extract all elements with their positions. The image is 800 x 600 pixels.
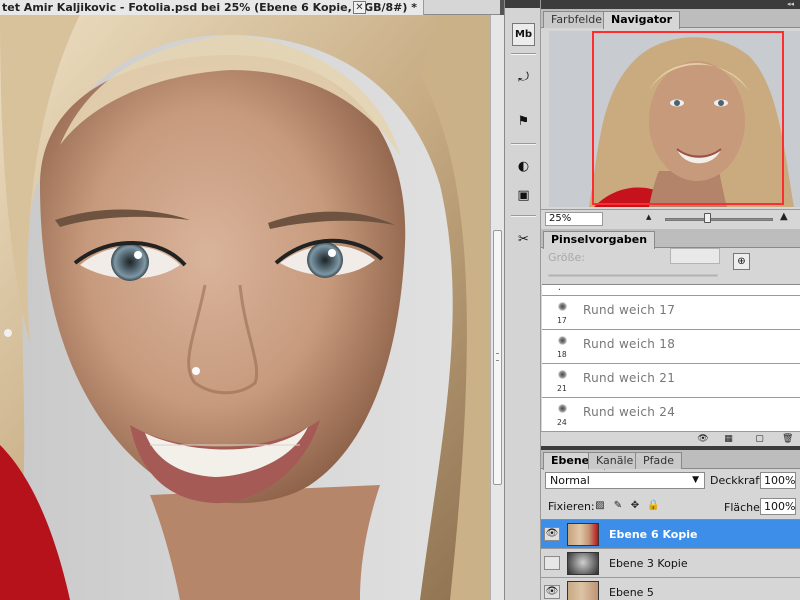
layer-row[interactable]: 👁 Ebene 6 Kopie [541, 520, 800, 549]
brush-preset-item[interactable]: 18 Rund weich 18 [542, 330, 800, 364]
layers-tabbar: Ebenen Kanäle Pfade [541, 450, 800, 470]
brush-panel-footer: 👁 ▦ ▢ 🗑 [541, 431, 800, 446]
layer-thumbnail [567, 581, 599, 600]
vertical-scrollbar[interactable] [490, 15, 504, 600]
mini-bridge-icon[interactable]: Mb [512, 23, 535, 46]
eye-icon[interactable]: 👁 [544, 556, 560, 570]
close-icon[interactable]: ✕ [353, 1, 366, 14]
brush-preset-name: Rund weich 17 [583, 303, 676, 317]
opacity-label: Deckkraft: [710, 474, 767, 487]
trash-icon[interactable]: 🗑 [782, 434, 793, 444]
brush-preset-list[interactable]: · 17 Rund weich 17 18 Rund weich 18 21 R… [542, 284, 800, 431]
lock-label: Fixieren: [548, 500, 595, 513]
document-tab[interactable]: tet Amir Kaljikovic - Fotolia.psd bei 25… [0, 0, 500, 15]
brush-preset-name: Rund weich 24 [583, 405, 676, 419]
portrait-photo [0, 15, 490, 600]
adjustments-icon[interactable]: ◐ [512, 155, 535, 178]
layer-name: Ebene 5 [609, 586, 654, 599]
panel-icon-strip: Mb ⤾ ⚑ ◐ ▣ ✂ [504, 0, 541, 600]
lock-pixels-icon[interactable]: ✎ [612, 500, 624, 512]
brush-grid-icon[interactable]: ▦ [723, 434, 734, 444]
brush-size-number: 21 [557, 384, 567, 393]
layer-row[interactable]: 👁 Ebene 5 [541, 578, 800, 600]
tab-navigator[interactable]: Navigator [603, 11, 681, 29]
eye-icon[interactable]: 👁 [544, 585, 560, 599]
brush-size-number: 17 [557, 316, 567, 325]
brush-preset-name: Rund weich 18 [583, 337, 676, 351]
brush-size-label: Größe: [548, 251, 585, 264]
brush-preset-item[interactable]: 24 Rund weich 24 [542, 398, 800, 431]
zoom-in-icon[interactable]: ▲ [780, 211, 788, 222]
scrollbar-thumb[interactable] [493, 230, 502, 485]
history-icon[interactable]: ⤾ [512, 66, 535, 89]
image-canvas[interactable] [0, 15, 490, 600]
brush-tip-icon [558, 302, 567, 311]
brush-preset-item[interactable]: 17 Rund weich 17 [542, 296, 800, 330]
layer-name: Ebene 6 Kopie [609, 528, 698, 541]
blend-mode-value: Normal [550, 474, 590, 487]
tools-icon[interactable]: ✂ [512, 228, 535, 251]
brush-tip-icon [558, 370, 567, 379]
lock-position-icon[interactable]: ✥ [629, 500, 641, 512]
brush-size-number: 18 [557, 350, 567, 359]
navigator-tabbar: Farbfelder Navigator [541, 9, 800, 29]
layer-row[interactable]: 👁 Ebene 3 Kopie [541, 549, 800, 578]
fill-label: Fläche: [724, 501, 764, 514]
brush-size-field[interactable] [670, 248, 720, 264]
actions-icon[interactable]: ⚑ [512, 110, 535, 133]
new-brush-icon[interactable]: ⊕ [733, 253, 750, 270]
layer-thumbnail [567, 552, 599, 575]
lock-all-icon[interactable]: 🔒 [647, 500, 659, 512]
list-item[interactable]: · [542, 285, 800, 296]
brush-size-slider[interactable] [548, 274, 718, 277]
brush-tip-icon [558, 404, 567, 413]
toggle-brush-panel-icon[interactable]: 👁 [693, 434, 713, 444]
layer-list[interactable]: 👁 Ebene 6 Kopie 👁 Ebene 3 Kopie 👁 Ebene … [541, 519, 800, 600]
blend-mode-select[interactable]: Normal ▼ [545, 472, 705, 489]
tab-pinselvorgaben[interactable]: Pinselvorgaben [543, 231, 656, 249]
panel-collapse-bar[interactable]: ◂◂ [541, 0, 800, 9]
zoom-slider-handle[interactable] [704, 213, 711, 223]
collapse-icon[interactable]: ◂◂ [787, 0, 794, 8]
opacity-field[interactable]: 100% [760, 472, 796, 489]
brush-preset-name: Rund weich 21 [583, 371, 676, 385]
new-preset-icon[interactable]: ▢ [754, 434, 765, 444]
brush-presets-tabbar: Pinselvorgaben [541, 229, 800, 249]
tab-kanaele[interactable]: Kanäle [588, 452, 642, 469]
tab-pfade[interactable]: Pfade [635, 452, 682, 469]
zoom-slider-track[interactable] [665, 218, 773, 221]
zoom-level-field[interactable]: 25% [545, 212, 603, 226]
brush-tip-icon [558, 336, 567, 345]
masks-icon[interactable]: ▣ [512, 184, 535, 207]
brush-size-number: 24 [557, 418, 567, 427]
fill-field[interactable]: 100% [760, 498, 796, 515]
brush-preset-item[interactable]: 21 Rund weich 21 [542, 364, 800, 398]
layer-thumbnail [567, 523, 599, 546]
chevron-down-icon: ▼ [692, 475, 699, 485]
layer-name: Ebene 3 Kopie [609, 557, 688, 570]
zoom-out-icon[interactable]: ▲ [646, 213, 651, 221]
eye-icon[interactable]: 👁 [544, 527, 560, 541]
navigator-view-box[interactable] [592, 31, 784, 205]
lock-transparency-icon[interactable]: ▨ [594, 500, 606, 512]
